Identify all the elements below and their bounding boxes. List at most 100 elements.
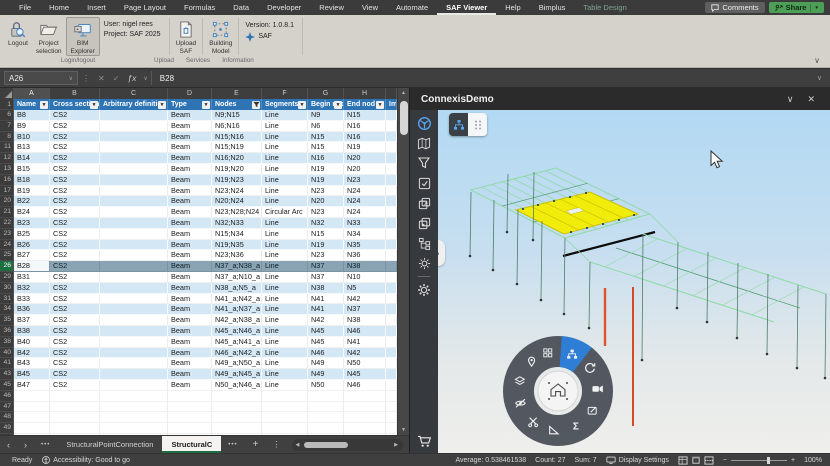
table-cell[interactable]: B36 xyxy=(14,304,50,315)
table-cell[interactable] xyxy=(212,423,262,434)
row-header-1[interactable]: 1 xyxy=(0,99,14,110)
table-cell[interactable]: N41 xyxy=(344,337,386,348)
column-header-H[interactable]: H xyxy=(344,88,386,99)
table-cell[interactable] xyxy=(100,207,168,218)
table-cell[interactable]: N15;N34 xyxy=(212,229,262,240)
column-header-C[interactable]: C xyxy=(100,88,168,99)
active-cell[interactable]: B28 xyxy=(14,261,50,272)
table-cell[interactable] xyxy=(212,402,262,413)
table-cell[interactable]: N49 xyxy=(308,369,344,380)
table-cell[interactable] xyxy=(168,423,212,434)
table-cell[interactable] xyxy=(386,142,397,153)
table-cell[interactable]: N38 xyxy=(308,283,344,294)
table-header-im[interactable]: Im xyxy=(386,99,397,110)
table-cell[interactable] xyxy=(100,218,168,229)
table-cell[interactable]: B42 xyxy=(14,348,50,359)
scroll-left-icon[interactable]: ◀ xyxy=(292,442,302,448)
column-header-E[interactable]: E xyxy=(212,88,262,99)
filter-dropdown-icon[interactable]: ▾ xyxy=(40,101,48,109)
table-cell[interactable]: N46 xyxy=(344,326,386,337)
table-cell[interactable] xyxy=(168,391,212,402)
table-cell[interactable]: N23 xyxy=(308,250,344,261)
row-header-22[interactable]: 22 xyxy=(0,218,14,229)
row-header-29[interactable]: 29 xyxy=(0,272,14,283)
table-cell[interactable]: N45_a;N41_a xyxy=(212,337,262,348)
table-cell[interactable] xyxy=(386,304,397,315)
table-cell[interactable]: N23 xyxy=(308,207,344,218)
checklist-icon[interactable] xyxy=(415,175,433,191)
table-cell[interactable]: CS2 xyxy=(50,283,100,294)
table-cell[interactable]: N9;N15 xyxy=(212,110,262,121)
table-cell[interactable]: N24 xyxy=(344,186,386,197)
ribbon-tab-bimplus[interactable]: Bimplus xyxy=(530,0,575,15)
table-header-segments[interactable]: Segments▾ xyxy=(262,99,308,110)
table-cell[interactable] xyxy=(262,391,308,402)
table-cell[interactable]: CS2 xyxy=(50,164,100,175)
table-cell[interactable] xyxy=(212,412,262,423)
table-cell[interactable]: N42 xyxy=(344,348,386,359)
row-header-46[interactable]: 46 xyxy=(0,391,14,402)
table-cell[interactable]: N37_a;N10_a xyxy=(212,272,262,283)
column-header-D[interactable]: D xyxy=(168,88,212,99)
table-cell[interactable]: CS2 xyxy=(50,294,100,305)
table-cell[interactable]: N6;N16 xyxy=(212,121,262,132)
table-cell[interactable]: Beam xyxy=(168,132,212,143)
table-cell[interactable]: Beam xyxy=(168,196,212,207)
table-cell[interactable] xyxy=(100,153,168,164)
table-cell[interactable] xyxy=(386,412,397,423)
table-cell[interactable]: CS2 xyxy=(50,272,100,283)
table-cell[interactable]: B26 xyxy=(14,240,50,251)
table-cell[interactable] xyxy=(100,337,168,348)
table-cell[interactable]: CS2 xyxy=(50,348,100,359)
table-cell[interactable]: Beam xyxy=(168,175,212,186)
table-cell[interactable] xyxy=(100,412,168,423)
table-cell[interactable]: B32 xyxy=(14,283,50,294)
table-cell[interactable]: N45 xyxy=(308,326,344,337)
ribbon-tab-formulas[interactable]: Formulas xyxy=(175,0,224,15)
table-cell[interactable]: N32 xyxy=(308,218,344,229)
table-cell[interactable] xyxy=(386,132,397,143)
table-cell[interactable]: Line xyxy=(262,272,308,283)
table-cell[interactable]: Line xyxy=(262,250,308,261)
sheet-tab-structuralpointconnection[interactable]: StructuralPointConnection xyxy=(57,436,162,453)
orbit-icon[interactable] xyxy=(415,115,433,131)
status-sum[interactable]: Sum: 7 xyxy=(575,457,597,464)
table-cell[interactable]: Beam xyxy=(168,304,212,315)
table-cell[interactable]: Beam xyxy=(168,229,212,240)
table-cell[interactable]: Beam xyxy=(168,358,212,369)
table-header-cross-section[interactable]: Cross section▾ xyxy=(50,99,100,110)
table-cell[interactable] xyxy=(100,240,168,251)
ribbon-tab-page-layout[interactable]: Page Layout xyxy=(115,0,175,15)
table-cell[interactable]: N37 xyxy=(308,272,344,283)
table-cell[interactable] xyxy=(168,402,212,413)
model-tree-toggle-button[interactable] xyxy=(449,113,468,136)
row-header-7[interactable]: 7 xyxy=(0,121,14,132)
table-cell[interactable]: B15 xyxy=(14,164,50,175)
table-cell[interactable]: N46_a;N42_a xyxy=(212,348,262,359)
table-cell[interactable]: Beam xyxy=(168,294,212,305)
table-cell[interactable]: N19 xyxy=(308,175,344,186)
table-cell[interactable] xyxy=(100,348,168,359)
formula-bar-expand-icon[interactable]: ∨ xyxy=(809,74,830,82)
table-cell[interactable]: N36 xyxy=(344,250,386,261)
row-header-38[interactable]: 38 xyxy=(0,337,14,348)
table-cell[interactable] xyxy=(262,402,308,413)
table-cell[interactable]: N20;N24 xyxy=(212,196,262,207)
filter-dropdown-icon[interactable]: ▾ xyxy=(90,101,98,109)
table-cell[interactable]: CS2 xyxy=(50,153,100,164)
table-cell[interactable] xyxy=(50,391,100,402)
table-cell[interactable] xyxy=(100,250,168,261)
table-cell[interactable] xyxy=(50,423,100,434)
ribbon-tab-view[interactable]: View xyxy=(353,0,387,15)
table-cell[interactable] xyxy=(386,326,397,337)
3d-model-canvas[interactable] xyxy=(438,110,830,453)
table-cell[interactable]: N50 xyxy=(308,380,344,391)
table-cell[interactable] xyxy=(386,175,397,186)
table-cell[interactable] xyxy=(308,412,344,423)
table-cell[interactable] xyxy=(386,250,397,261)
new-sheet-icon[interactable]: + xyxy=(245,439,267,450)
table-cell[interactable]: B37 xyxy=(14,315,50,326)
ribbon-tab-automate[interactable]: Automate xyxy=(387,0,437,15)
table-cell[interactable] xyxy=(386,369,397,380)
table-cell[interactable]: N19 xyxy=(308,240,344,251)
